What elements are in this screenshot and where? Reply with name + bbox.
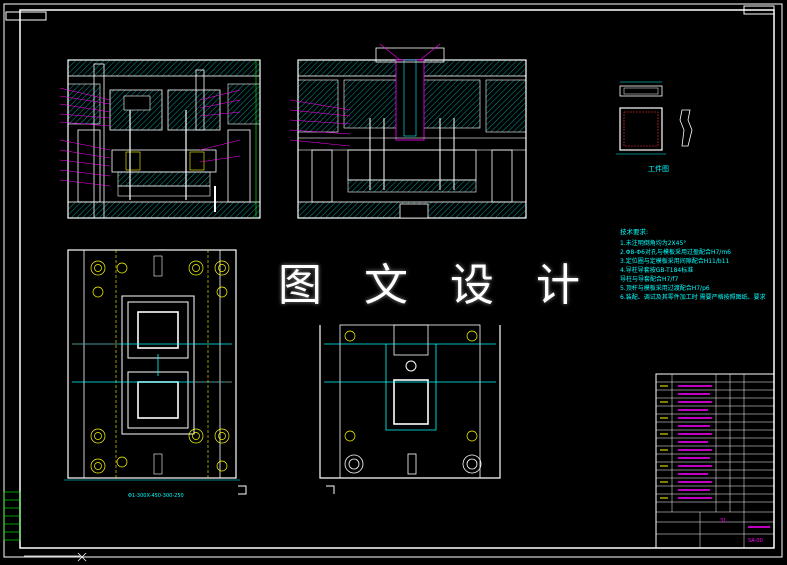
workpiece-label: 工件图 (648, 165, 669, 173)
technical-requirements-title: 技术要求: (620, 228, 649, 236)
technical-requirements: 技术要求: 1.未注明倒角均为2X45° 2.Φ8-Φ6对孔与模板采用过盈配合H… (620, 228, 780, 302)
requirement-item: 5.顶杆与模板采用过渡配合H7/p6 (620, 285, 710, 292)
overall-dimension-label: Φ1-300X-450-300-250 (128, 493, 184, 499)
side-legend (3, 491, 21, 541)
title-block (655, 373, 775, 549)
requirement-item: 导柱与导套配合H7/f7 (620, 276, 679, 283)
title-block-number: 31 (720, 518, 727, 524)
plan-view-middle (319, 324, 501, 494)
workpiece-drawing (616, 85, 693, 155)
requirement-item: 3.定位圈与定模板采用间隙配合H11/b11 (620, 258, 730, 265)
corner-tab (5, 11, 47, 21)
requirement-item: 4.导柱导套按GB-T184标准 (620, 267, 694, 274)
watermark-text: 图 文 设 计 (278, 260, 594, 311)
plan-view-left (64, 249, 247, 495)
requirement-item: 2.Φ8-Φ6对孔与模板采用过盈配合H7/m6 (620, 249, 731, 256)
section-view-left (59, 59, 261, 219)
section-view-middle (289, 43, 527, 219)
requirement-item: 1.未注明倒角均为2X45° (620, 240, 687, 247)
title-block-code: SA-00 (748, 538, 763, 544)
requirement-item: 6.装配、调试及其零件加工时 需要严格按照图纸、要求 (620, 294, 766, 301)
